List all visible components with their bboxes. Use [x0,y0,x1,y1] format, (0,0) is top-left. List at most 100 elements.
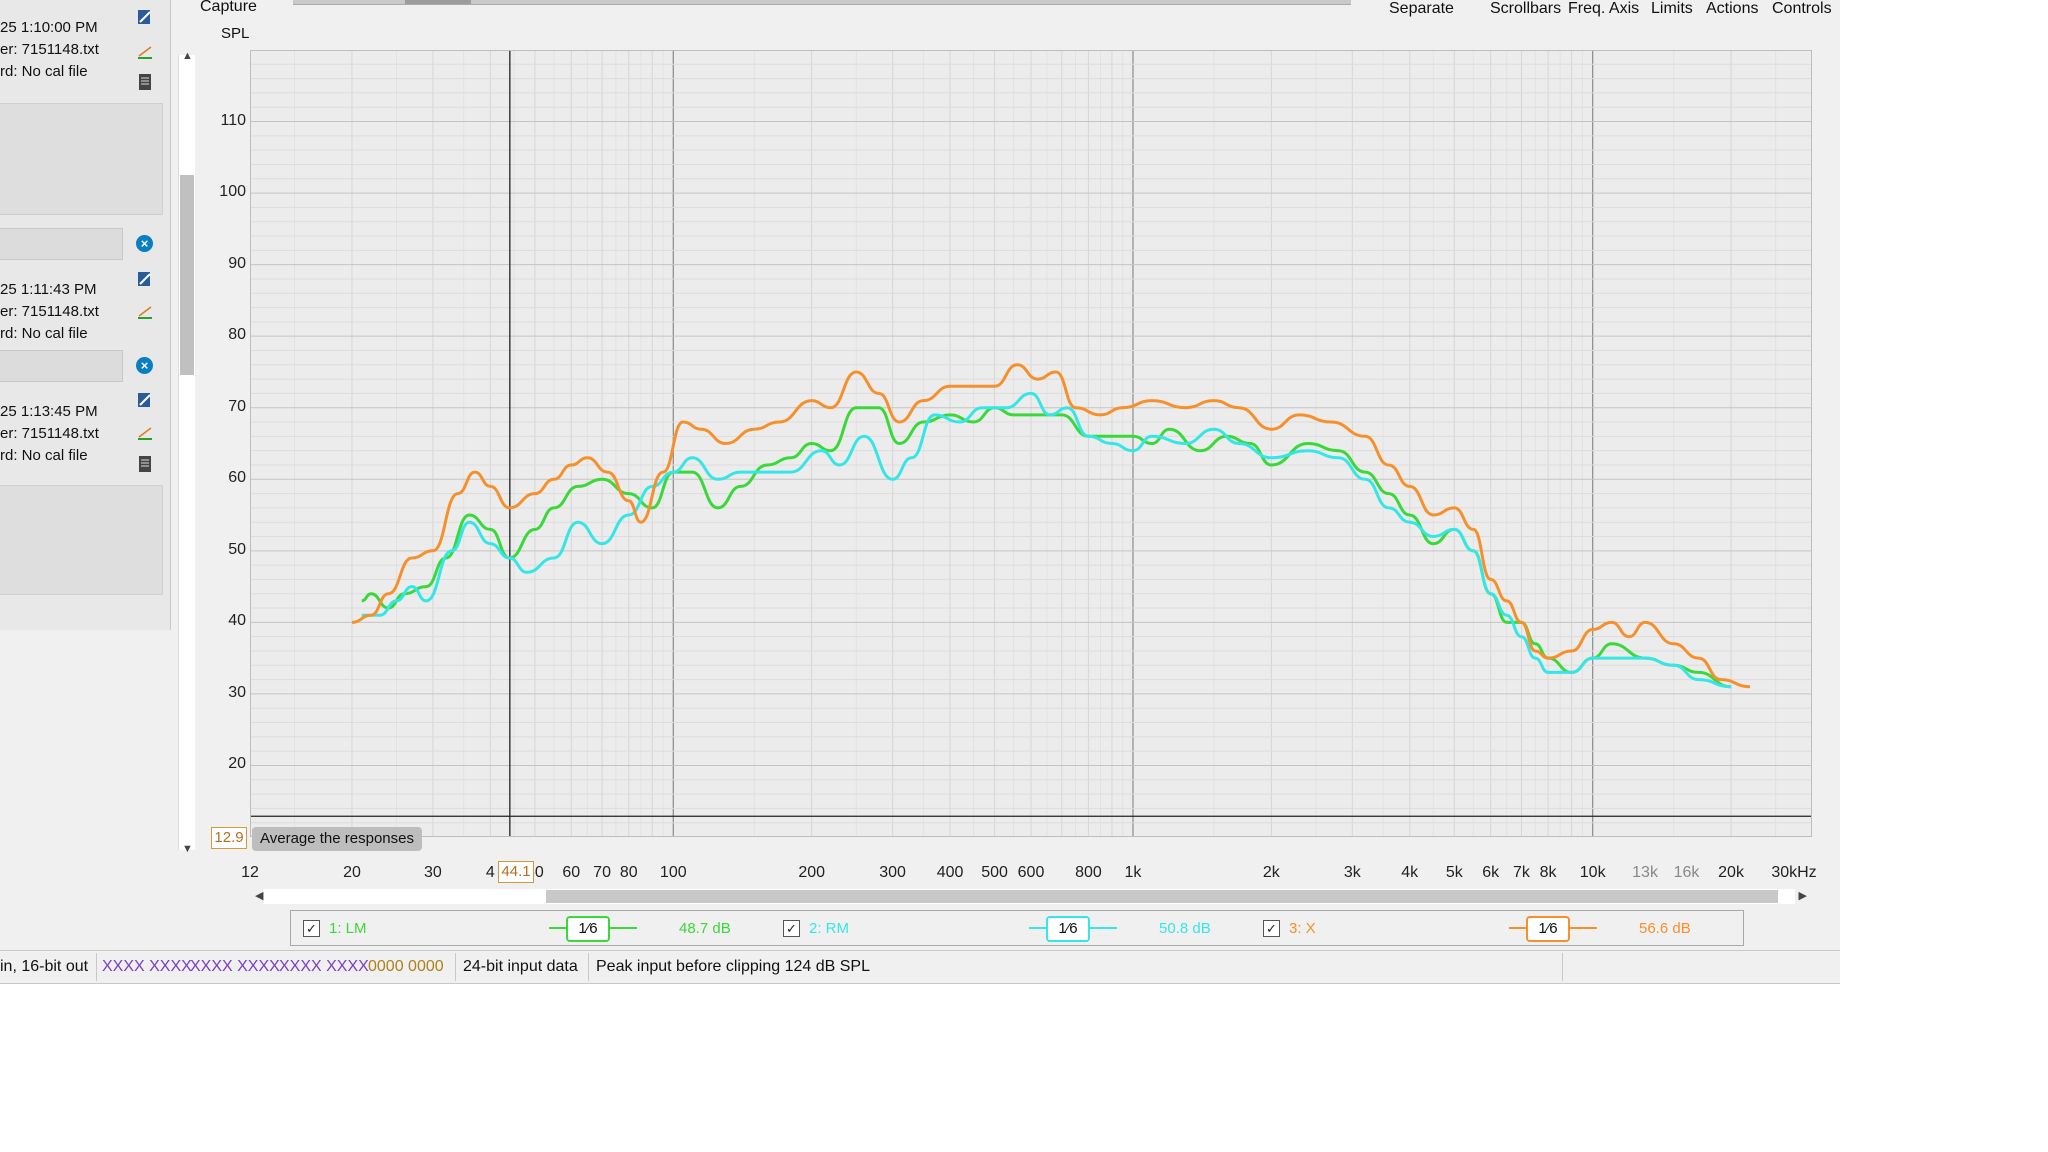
x-tick-label: 800 [1075,864,1102,881]
y-tick-label: 30 [228,683,246,701]
measurement-name-field[interactable] [0,350,123,382]
legend-label: 3: X [1289,920,1316,937]
menu-actions[interactable]: Actions [1706,0,1758,20]
x-tick-label: 200 [798,864,826,881]
x-tick-label: 8k [1539,864,1557,881]
menu-scrollbars[interactable]: Scrollbars [1490,0,1561,20]
menu-freq-axis[interactable]: Freq. Axis [1568,0,1639,20]
edit-icon[interactable] [136,391,154,409]
measurement-cal: rd: No cal file [0,447,88,464]
legend-db: 50.8 dB [1159,920,1211,937]
y-tick-label: 100 [219,183,246,201]
scrollbar-thumb[interactable] [180,175,194,375]
level-meter: XXXX XXXX [102,958,192,975]
legend: ✓ 1: LM 1⁄6 48.7 dB ✓ 2: RM 1⁄6 50.8 dB … [290,910,1744,946]
legend-checkbox[interactable]: ✓ [303,920,320,937]
frequency-scrollbar[interactable]: ◀ ▶ [255,889,1807,904]
input-format-status: 24-bit input data [463,958,578,975]
x-tick-label: 3k [1343,864,1361,881]
measurement-time: 25 1:11:43 PM [0,281,97,298]
edit-icon[interactable] [136,270,154,288]
close-icon[interactable]: × [136,357,153,374]
y-tick-label: 70 [228,397,246,415]
series-line-3 [351,363,1751,689]
legend-checkbox[interactable]: ✓ [1263,920,1280,937]
capture-button[interactable]: Capture [200,0,257,16]
measurement-notes[interactable] [0,485,163,595]
bit-depth-status: in, 16-bit out [0,958,89,975]
scroll-up-icon[interactable]: ▲ [182,50,193,62]
y-tick-label: 40 [228,612,246,630]
notes-icon[interactable] [136,455,154,473]
measurement-notes[interactable] [0,103,163,215]
level-zero: 0000 0000 [368,958,444,975]
toolbar-buttons[interactable] [293,0,1351,5]
cursor-x-value: 44.1 [498,861,534,883]
measurement-mic: er: 7151148.txt [0,41,99,58]
x-tick-label: 13k [1632,864,1658,881]
x-tick-label: 16k [1673,864,1700,881]
x-tick-label: 30 [424,864,442,881]
measurements-panel: 25 1:10:00 PM er: 7151148.txt rd: No cal… [0,0,171,630]
measurement-mic: er: 7151148.txt [0,303,99,320]
smoothing-button[interactable]: 1⁄6 [1526,916,1570,942]
x-tick-label: 300 [879,864,906,881]
legend-checkbox[interactable]: ✓ [783,920,800,937]
x-tick-label: 20 [343,864,361,881]
series-line-1 [361,406,1732,689]
x-tick-label: 7k [1513,864,1530,881]
x-tick-label: 1k [1124,864,1142,881]
measurement-time: 25 1:10:00 PM [0,19,98,36]
scroll-right-icon[interactable]: ▶ [1799,889,1807,902]
legend-db: 56.6 dB [1639,920,1691,937]
legend-db: 48.7 dB [679,920,731,937]
y-axis-label: SPL [221,25,250,42]
average-responses-tooltip: Average the responses [252,827,422,851]
measurement-time: 25 1:13:45 PM [0,403,98,420]
x-tick-label: 400 [936,864,964,881]
measurements-scrollbar[interactable]: ▲ ▼ [178,50,195,855]
y-tick-label: 50 [228,540,246,558]
y-tick-label: 60 [228,469,246,487]
y-tick-label: 80 [228,326,246,344]
x-tick-label: 6k [1482,864,1500,881]
eq-line-icon[interactable] [136,43,154,61]
measurement-cal: rd: No cal file [0,63,88,80]
x-tick-label: 100 [659,864,687,881]
cursor-y-value: 12.9 [211,827,247,849]
measurement-cal: rd: No cal file [0,325,88,342]
notes-icon[interactable] [136,73,154,91]
x-tick-label: 2k [1262,864,1280,881]
x-tick-label: 4 [485,864,495,881]
peak-input-status: Peak input before clipping 124 dB SPL [596,958,870,975]
menu-controls[interactable]: Controls [1772,0,1832,20]
edit-icon[interactable] [136,8,154,26]
close-icon[interactable]: × [136,235,153,252]
scroll-left-icon[interactable]: ◀ [255,889,263,902]
level-meter: XXXX XXXX [190,958,280,975]
scroll-down-icon[interactable]: ▼ [182,843,193,855]
y-tick-label: 20 [228,755,246,773]
x-tick-label: 500 [981,864,1008,881]
status-bar: in, 16-bit out XXXX XXXX XXXX XXXX XXXX … [0,950,1840,984]
frequency-response-graph[interactable] [250,49,1813,838]
menu-separate[interactable]: Separate [1389,0,1454,20]
legend-label: 1: LM [329,920,367,937]
y-tick-label: 90 [228,254,246,272]
chart-svg[interactable] [250,49,1813,838]
scrollbar-thumb[interactable] [546,890,1778,903]
x-tick-label: 80 [619,864,638,881]
eq-line-icon[interactable] [136,303,154,321]
menu-limits[interactable]: Limits [1651,0,1693,20]
measurement-name-field[interactable] [0,228,123,260]
x-tick-label: 60 [562,864,581,881]
x-tick-label: 20k [1718,864,1744,881]
eq-line-icon[interactable] [136,424,154,442]
x-tick-label: 10k [1579,864,1606,881]
app-window: 25 1:10:00 PM er: 7151148.txt rd: No cal… [0,0,1840,984]
smoothing-button[interactable]: 1⁄6 [566,916,610,942]
smoothing-button[interactable]: 1⁄6 [1046,916,1090,942]
x-tick-label: 4k [1401,864,1419,881]
x-tick-label: 30kHz [1771,864,1817,881]
x-tick-label: 70 [593,864,611,881]
